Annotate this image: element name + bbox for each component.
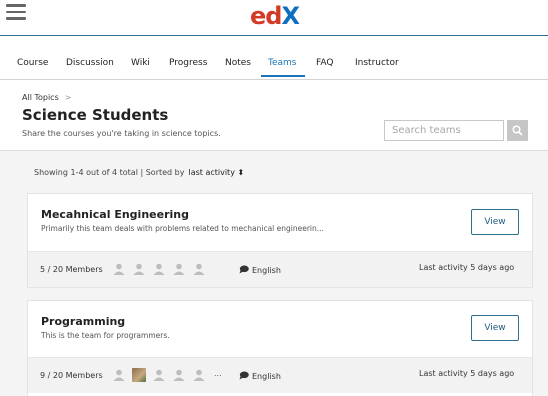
user-placeholder-icon[interactable] <box>132 262 146 276</box>
team-card-footer: 5 / 20 Members English Last activity 5 d… <box>28 251 532 287</box>
search-icon <box>512 125 523 136</box>
page-subtitle: Share the courses you're taking in scien… <box>22 129 221 138</box>
speech-bubble-icon <box>239 265 249 274</box>
tab-wiki[interactable]: Wiki <box>131 57 150 69</box>
search-button[interactable] <box>507 120 528 141</box>
user-placeholder-icon[interactable] <box>112 262 126 276</box>
last-activity: Last activity 5 days ago <box>419 263 515 272</box>
course-tabs: Course Discussion Wiki Progress Notes Te… <box>0 37 548 79</box>
member-photo-avatar[interactable] <box>132 368 146 382</box>
page-title: Science Students <box>22 106 169 124</box>
edx-logo[interactable]: edX <box>250 4 300 28</box>
last-activity: Last activity 5 days ago <box>419 369 515 378</box>
tabs-divider <box>0 79 548 80</box>
tab-instructor[interactable]: Instructor <box>355 57 399 69</box>
results-count: Showing 1-4 out of 4 total | Sorted by <box>34 168 185 177</box>
user-placeholder-icon[interactable] <box>172 262 186 276</box>
user-placeholder-icon[interactable] <box>152 368 166 382</box>
user-placeholder-icon[interactable] <box>192 368 206 382</box>
breadcrumb: All Topics > <box>22 93 71 102</box>
results-summary: Showing 1-4 out of 4 total | Sorted by la… <box>34 168 244 177</box>
tab-faq[interactable]: FAQ <box>316 57 333 69</box>
sort-dropdown[interactable]: last activity ⬍ <box>188 168 244 177</box>
team-description: This is the team for programmers. <box>41 331 170 340</box>
user-placeholder-icon[interactable] <box>152 262 166 276</box>
active-tab-indicator <box>261 75 305 77</box>
team-name: Programming <box>41 315 126 328</box>
tab-course[interactable]: Course <box>17 57 48 69</box>
search-input[interactable]: Search teams <box>384 120 504 141</box>
hamburger-menu-icon[interactable] <box>6 4 26 20</box>
team-name: Mecahnical Engineering <box>41 208 189 221</box>
sort-arrows-icon: ⬍ <box>237 168 245 177</box>
member-count: 9 / 20 Members <box>40 371 103 380</box>
view-team-button[interactable]: View <box>471 315 519 341</box>
tab-progress[interactable]: Progress <box>169 57 207 69</box>
view-team-button[interactable]: View <box>471 209 519 235</box>
tab-teams[interactable]: Teams <box>268 57 296 69</box>
team-description: Primarily this team deals with problems … <box>41 224 324 233</box>
team-language: English <box>239 371 281 381</box>
breadcrumb-all-topics[interactable]: All Topics <box>22 93 59 102</box>
breadcrumb-separator: > <box>64 93 72 102</box>
user-placeholder-icon[interactable] <box>112 368 126 382</box>
team-card: Mecahnical Engineering Primarily this te… <box>27 193 533 288</box>
user-placeholder-icon[interactable] <box>172 368 186 382</box>
speech-bubble-icon <box>239 371 249 380</box>
member-count: 5 / 20 Members <box>40 265 103 274</box>
team-card: Programming This is the team for program… <box>27 300 533 396</box>
team-card-footer: 9 / 20 Members ... English Last activity… <box>28 357 532 393</box>
team-language: English <box>239 265 281 275</box>
top-header: edX <box>0 0 548 36</box>
tab-notes[interactable]: Notes <box>225 57 251 69</box>
user-placeholder-icon[interactable] <box>192 262 206 276</box>
tab-discussion[interactable]: Discussion <box>66 57 114 69</box>
more-members-ellipsis: ... <box>214 369 222 378</box>
